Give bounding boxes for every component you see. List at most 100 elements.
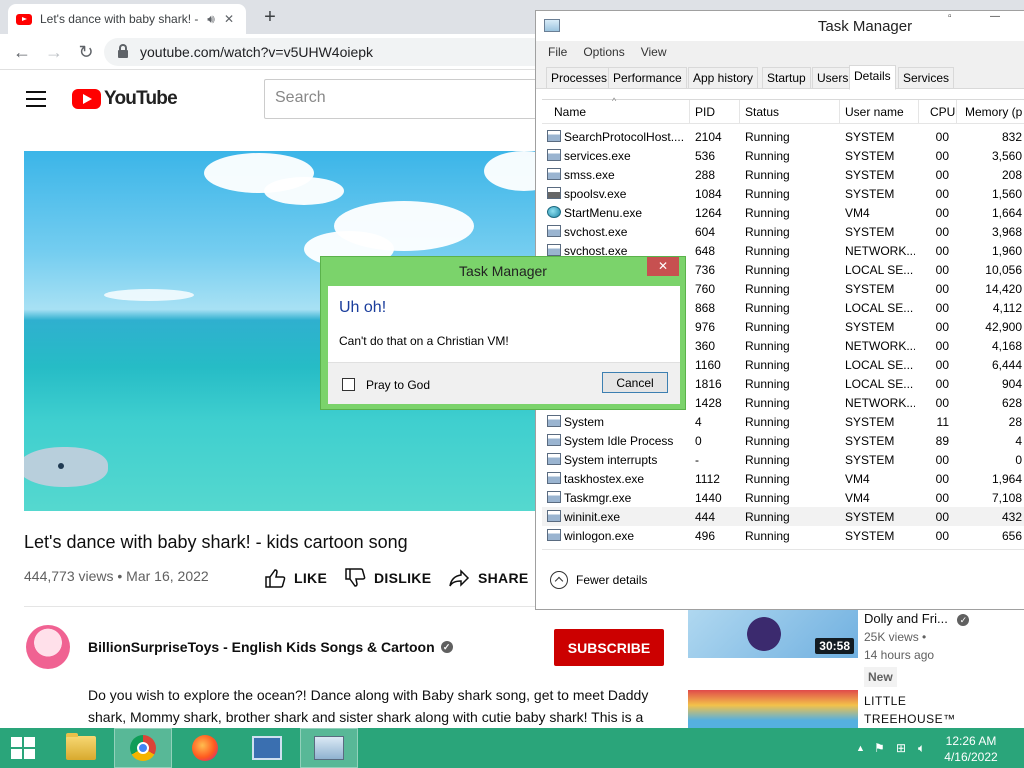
pray-to-god-checkbox[interactable] bbox=[342, 378, 355, 391]
tab-users[interactable]: Users bbox=[812, 67, 854, 89]
back-button[interactable]: ← bbox=[10, 40, 34, 64]
speaker-icon[interactable]: 🔊︎ bbox=[202, 12, 220, 27]
youtube-play-icon bbox=[72, 89, 101, 109]
restore-icon[interactable]: ▫ bbox=[948, 11, 968, 22]
fewer-details-button[interactable]: Fewer details bbox=[542, 549, 1024, 609]
process-cpu: 00 bbox=[935, 149, 949, 163]
process-memory: 1,664 bbox=[991, 206, 1022, 220]
dislike-button[interactable]: DISLIKE bbox=[344, 568, 431, 588]
process-cpu: 00 bbox=[935, 377, 949, 391]
column-header-cpu[interactable]: CPU bbox=[930, 105, 955, 119]
action-center-icon[interactable]: ⚑ bbox=[874, 741, 885, 755]
like-button[interactable]: LIKE bbox=[264, 568, 327, 588]
clock[interactable]: 12:26 AM 4/16/2022 bbox=[936, 733, 1006, 765]
process-row[interactable]: spoolsv.exe 1084 Running SYSTEM 00 1,560 bbox=[542, 184, 1024, 203]
start-button[interactable] bbox=[0, 728, 46, 768]
column-header-memory[interactable]: Memory (p bbox=[965, 105, 1022, 119]
like-label: LIKE bbox=[294, 570, 328, 586]
dialog-close-button[interactable]: ✕ bbox=[647, 257, 679, 276]
share-icon bbox=[449, 569, 470, 587]
reload-button[interactable]: ↻ bbox=[74, 40, 98, 64]
system-tray: ▲ ⚑ ⊞ 🔈︎ 12:26 AM 4/16/2022 bbox=[844, 728, 1024, 768]
browser-tab[interactable]: Let's dance with baby shark! - kids cart… bbox=[8, 4, 246, 34]
taskbar-task-manager[interactable] bbox=[300, 728, 358, 768]
process-row[interactable]: svchost.exe 604 Running SYSTEM 00 3,968 bbox=[542, 222, 1024, 241]
channel-name[interactable]: BillionSurpriseToys - English Kids Songs… bbox=[88, 639, 453, 655]
process-memory: 0 bbox=[1015, 453, 1022, 467]
process-pid: 868 bbox=[695, 301, 716, 315]
process-row[interactable]: wininit.exe 444 Running SYSTEM 00 432 bbox=[542, 507, 1024, 526]
youtube-logo[interactable]: YouTube bbox=[72, 88, 178, 110]
process-status: Running bbox=[745, 225, 790, 239]
taskbar-file-explorer[interactable] bbox=[52, 728, 110, 768]
menu-view[interactable]: View bbox=[641, 45, 667, 59]
tab-startup[interactable]: Startup bbox=[762, 67, 811, 89]
column-header-name[interactable]: Name bbox=[554, 105, 586, 119]
column-header-status[interactable]: Status bbox=[745, 105, 779, 119]
process-status: Running bbox=[745, 130, 790, 144]
related-video-info[interactable]: LITTLE TREEHOUSE™ bbox=[864, 692, 964, 728]
process-cpu: 00 bbox=[935, 206, 949, 220]
process-row[interactable]: SearchProtocolHost.... 2104 Running SYSTEM 0… bbox=[542, 127, 1024, 146]
process-cpu: 00 bbox=[935, 168, 949, 182]
minimize-icon[interactable]: — bbox=[990, 11, 1010, 22]
forward-button[interactable]: → bbox=[42, 40, 66, 64]
taskbar-control-panel[interactable] bbox=[238, 728, 296, 768]
process-memory: 6,444 bbox=[991, 358, 1022, 372]
menu-icon[interactable] bbox=[26, 91, 46, 107]
process-user: SYSTEM bbox=[845, 225, 895, 239]
task-manager-titlebar[interactable]: Task Manager ▫ — bbox=[536, 11, 1024, 41]
tab-performance[interactable]: Performance bbox=[608, 67, 687, 89]
channel-avatar[interactable] bbox=[26, 625, 70, 669]
tab-details[interactable]: Details bbox=[849, 65, 896, 90]
volume-muted-icon[interactable]: 🔈︎ bbox=[918, 741, 925, 756]
process-user: VM4 bbox=[845, 472, 870, 486]
network-icon[interactable]: ⊞ bbox=[896, 741, 906, 755]
process-row[interactable]: winlogon.exe 496 Running SYSTEM 00 656 bbox=[542, 526, 1024, 545]
video-description: Do you wish to explore the ocean?! Dance… bbox=[88, 687, 649, 725]
tab-app-history[interactable]: App history bbox=[688, 67, 759, 89]
taskmgr-icon bbox=[547, 491, 561, 503]
taskbar-firefox[interactable] bbox=[176, 728, 234, 768]
pray-to-god-label[interactable]: Pray to God bbox=[366, 378, 430, 392]
process-row[interactable]: smss.exe 288 Running SYSTEM 00 208 bbox=[542, 165, 1024, 184]
subscribe-button[interactable]: SUBSCRIBE bbox=[554, 629, 664, 666]
process-cpu: 00 bbox=[935, 244, 949, 258]
process-row[interactable]: System 4 Running SYSTEM 11 28 bbox=[542, 412, 1024, 431]
related-video-info[interactable]: Dolly and Fri... ✓ 25K views • 14 hours … bbox=[864, 610, 970, 687]
process-status: Running bbox=[745, 206, 790, 220]
share-button[interactable]: SHARE bbox=[448, 568, 529, 588]
process-status: Running bbox=[745, 510, 790, 524]
column-header-pid[interactable]: PID bbox=[695, 105, 715, 119]
channel-name-text: BillionSurpriseToys - English Kids Songs… bbox=[88, 639, 435, 655]
tab-services[interactable]: Services bbox=[898, 67, 955, 89]
close-tab-icon[interactable]: ✕ bbox=[220, 12, 238, 26]
process-status: Running bbox=[745, 320, 790, 334]
video-title: Let's dance with baby shark! - kids cart… bbox=[24, 532, 408, 552]
process-cpu: 00 bbox=[935, 263, 949, 277]
related-video-thumbnail[interactable]: 30:58 bbox=[688, 608, 858, 658]
tab-processes[interactable]: Processes bbox=[546, 67, 613, 89]
menu-options[interactable]: Options bbox=[583, 45, 624, 59]
process-row[interactable]: Taskmgr.exe 1440 Running VM4 00 7,108 bbox=[542, 488, 1024, 507]
related-video-thumbnail[interactable] bbox=[688, 690, 858, 728]
process-user: SYSTEM bbox=[845, 415, 895, 429]
process-row[interactable]: StartMenu.exe 1264 Running VM4 00 1,664 bbox=[542, 203, 1024, 222]
cancel-button[interactable]: Cancel bbox=[602, 372, 668, 393]
new-tab-button[interactable]: + bbox=[258, 6, 282, 30]
column-header-user[interactable]: User name bbox=[845, 105, 904, 119]
process-status: Running bbox=[745, 263, 790, 277]
chevron-up-icon bbox=[550, 570, 568, 589]
process-user: SYSTEM bbox=[845, 130, 895, 144]
process-row[interactable]: System Idle Process 0 Running SYSTEM 89 4 bbox=[542, 431, 1024, 450]
taskbar-chrome[interactable] bbox=[114, 728, 172, 768]
show-hidden-icons-icon[interactable]: ▲ bbox=[856, 743, 865, 753]
process-row[interactable]: services.exe 536 Running SYSTEM 00 3,560 bbox=[542, 146, 1024, 165]
process-row[interactable]: System interrupts - Running SYSTEM 00 0 bbox=[542, 450, 1024, 469]
process-row[interactable]: taskhostex.exe 1112 Running VM4 00 1,964 bbox=[542, 469, 1024, 488]
menu-file[interactable]: File bbox=[548, 45, 567, 59]
search-input[interactable]: Search bbox=[264, 79, 564, 119]
process-memory: 432 bbox=[1001, 510, 1022, 524]
process-memory: 832 bbox=[1001, 130, 1022, 144]
url-text: youtube.com/watch?v=v5UHW4oiepk bbox=[140, 44, 374, 60]
